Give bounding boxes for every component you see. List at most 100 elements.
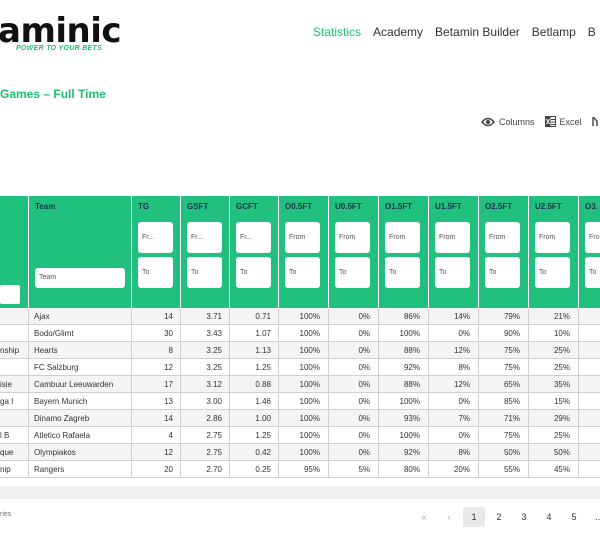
cell-u25: 25% [553,363,570,372]
tg-from-input[interactable]: Fr... [138,222,173,253]
cell-team[interactable]: Ajax [34,312,130,321]
nav-academy[interactable]: Academy [373,25,423,39]
cell-team[interactable]: Hearts [34,346,130,355]
cell-gsft: 3.12 [206,380,222,389]
cell-team[interactable]: Rangers [34,465,130,474]
col-o15-label[interactable]: O1.5FT [385,202,412,211]
cell-team[interactable]: Cambuur Leeuwarden [34,380,130,389]
table-row: nship Hearts 8 3.25 1.13 100% 0% 88% 12% 75% 25% [0,342,600,359]
o05-from-input[interactable]: From [285,222,320,253]
cell-league: nip [0,465,11,474]
page-2-button[interactable]: 2 [488,507,510,527]
o15-from-input[interactable]: From [385,222,420,253]
prev-page-button[interactable]: ‹ [438,507,460,527]
col-team-label[interactable]: Team [35,202,55,211]
page-3-button[interactable]: 3 [513,507,535,527]
gcft-to-input[interactable]: To [236,257,271,288]
eye-icon [481,117,495,126]
u25-to-input[interactable]: To [535,257,570,288]
nav-betamin-builder[interactable]: Betamin Builder [435,25,520,39]
cell-divider [578,376,579,393]
columns-label: Columns [499,116,535,127]
cell-team[interactable]: Atletico Rafaela [34,431,130,440]
o25-to-input[interactable]: To [485,257,520,288]
page-1-button[interactable]: 1 [463,507,485,527]
u15-from-input[interactable]: From [435,222,470,253]
o35-from-input[interactable]: From [585,222,600,253]
cell-tg: 12 [164,448,173,457]
u05-from-input[interactable]: From [335,222,370,253]
nav-more[interactable]: B [588,25,596,39]
excel-icon [544,116,556,127]
cell-team[interactable]: Bayern Munich [34,397,130,406]
cell-tg: 14 [164,414,173,423]
cell-divider [28,325,29,342]
gsft-to-input[interactable]: To [187,257,222,288]
cell-o05: 100% [299,329,320,338]
u25-from-input[interactable]: From [535,222,570,253]
cell-team[interactable]: Bodo/Glimt [34,329,130,338]
cell-gsft: 2.75 [206,431,222,440]
cell-o05: 100% [299,380,320,389]
cell-gsft: 3.25 [206,363,222,372]
header-o05: O0.5FT From To [278,196,328,308]
o35-to-input[interactable]: To [585,257,600,288]
cell-o05: 100% [299,448,320,457]
cell-divider [578,461,579,478]
nav-statistics[interactable]: Statistics [313,25,361,39]
cell-u25: 21% [553,312,570,321]
cell-team[interactable]: FC Salzburg [34,363,130,372]
cell-u05: 0% [358,414,370,423]
cell-u25: 25% [553,431,570,440]
header-u05: U0.5FT From To [328,196,378,308]
page-4-button[interactable]: 4 [538,507,560,527]
nav-betlamp[interactable]: Betlamp [532,25,576,39]
cell-divider [28,410,29,427]
team-filter-input[interactable]: Team [35,268,125,288]
col-u15-label[interactable]: U1.5FT [435,202,462,211]
cell-u25: 29% [553,414,570,423]
col-u25-label[interactable]: U2.5FT [535,202,562,211]
col-u05-label[interactable]: U0.5FT [335,202,362,211]
gcft-from-input[interactable]: Fr... [236,222,271,253]
league-filter-input[interactable] [0,285,20,304]
col-tg-label[interactable]: TG [138,202,149,211]
col-gsft-label[interactable]: GSFT [187,202,208,211]
cell-u15: 0% [458,397,470,406]
o25-from-input[interactable]: From [485,222,520,253]
excel-label: Excel [559,116,582,127]
cell-league: l B [0,431,10,440]
u05-to-input[interactable]: To [335,257,370,288]
cell-u05: 0% [358,346,370,355]
first-page-button[interactable]: « [413,507,435,527]
cell-team[interactable]: Olympiakos [34,448,130,457]
u15-to-input[interactable]: To [435,257,470,288]
col-gcft-label[interactable]: GCFT [236,202,258,211]
columns-button[interactable]: Columns [481,117,535,127]
header-u25: U2.5FT From To [528,196,578,308]
tg-to-input[interactable]: To [138,257,173,288]
cell-u05: 0% [358,329,370,338]
table-header: Team Team TG Fr... To GSFT Fr... To GCFT… [0,196,600,308]
o15-to-input[interactable]: To [385,257,420,288]
site-logo[interactable]: aminic [0,14,122,48]
col-o05-label[interactable]: O0.5FT [285,202,312,211]
cell-u05: 0% [358,397,370,406]
col-o25-label[interactable]: O2.5FT [485,202,512,211]
gsft-from-input[interactable]: Fr... [187,222,222,253]
o05-to-input[interactable]: To [285,257,320,288]
page-5-button[interactable]: 5 [563,507,585,527]
cell-team[interactable]: Dinamo Zagreb [34,414,130,423]
cell-u15: 12% [453,380,470,389]
col-o35-label[interactable]: O3. [585,202,598,211]
cell-o05: 100% [299,312,320,321]
cell-u15: 14% [453,312,470,321]
cell-o25: 75% [503,363,520,372]
excel-button[interactable]: Excel [544,116,582,127]
cell-gcft: 0.71 [255,312,271,321]
more-tool-icon[interactable] [591,116,600,127]
cell-divider [578,342,579,359]
cell-o25: 75% [503,346,520,355]
cell-league: ga I [0,397,14,406]
horizontal-scrollbar[interactable] [0,486,600,499]
